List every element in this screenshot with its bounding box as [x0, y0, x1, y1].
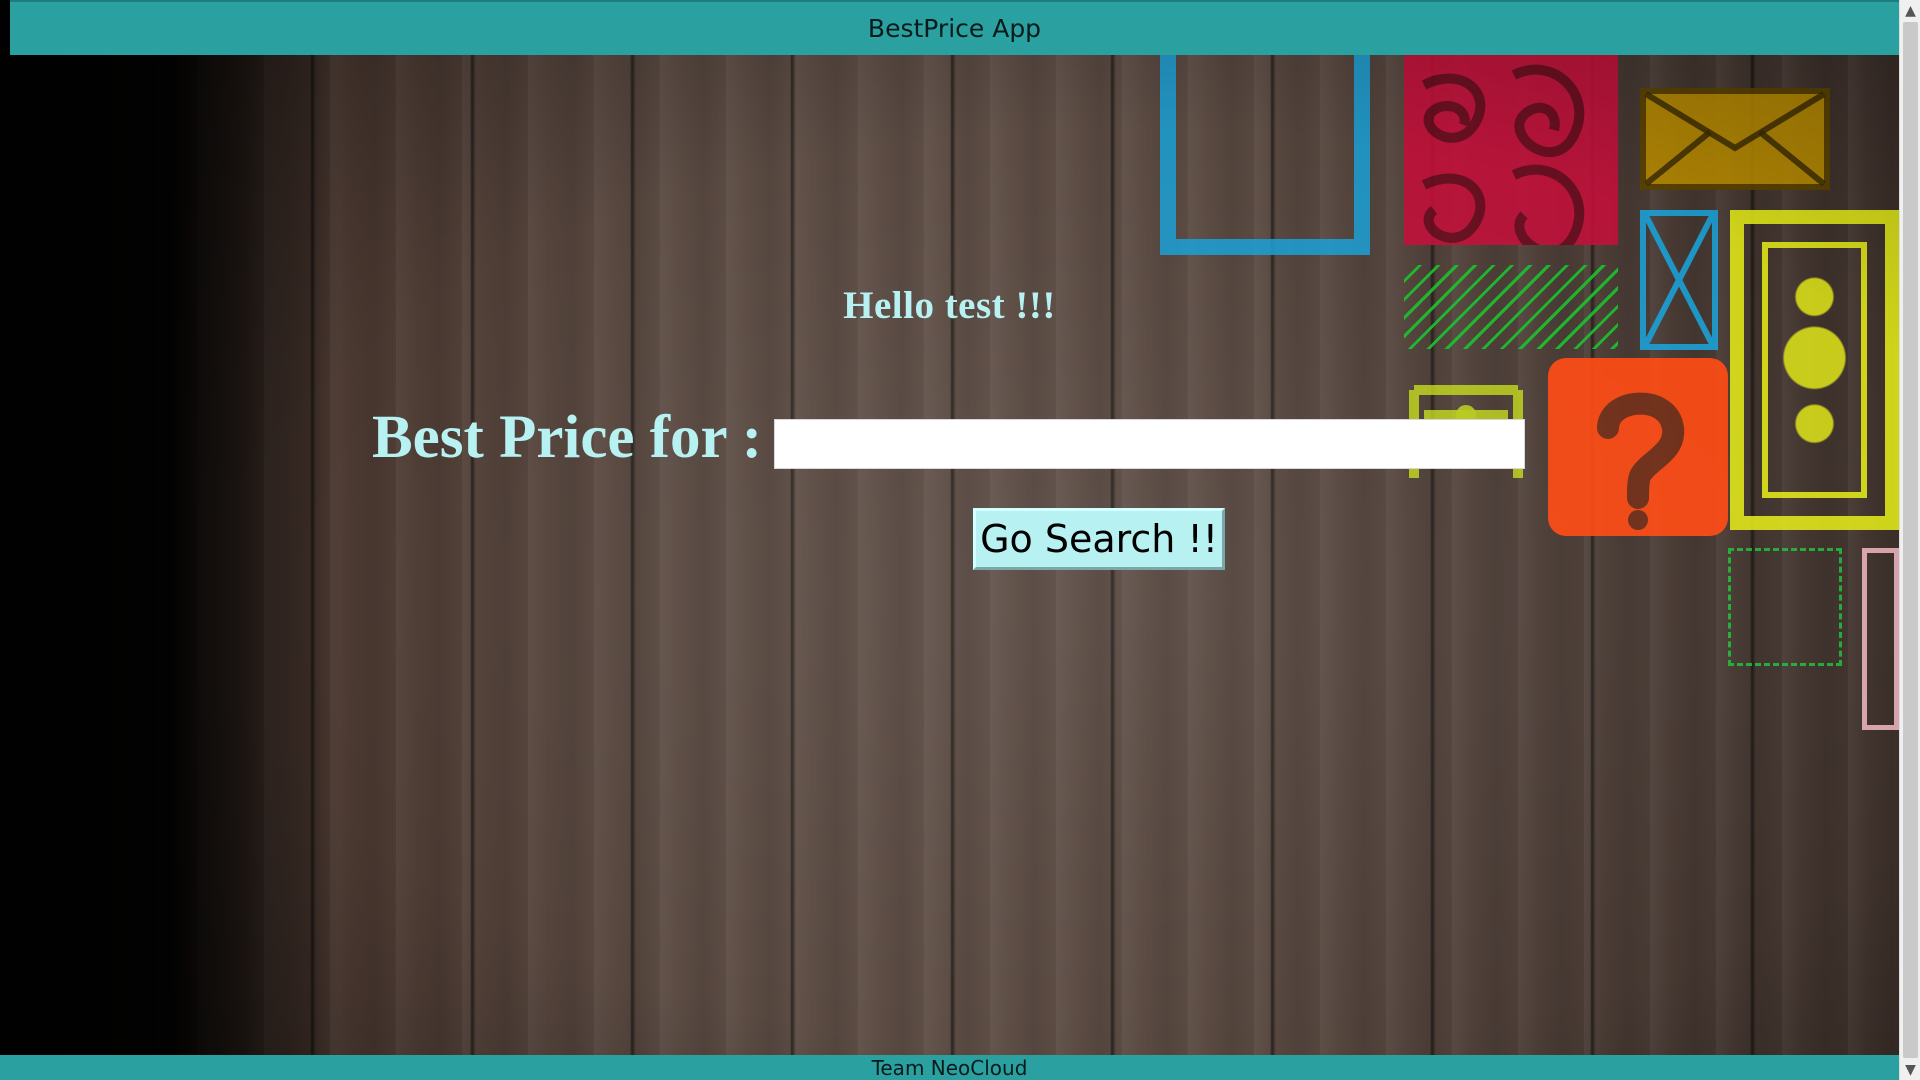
go-search-button[interactable]: Go Search !! — [973, 508, 1225, 570]
app-footer: Team NeoCloud — [0, 1055, 1899, 1080]
scroll-up-arrow-icon[interactable]: ▲ — [1900, 0, 1920, 21]
decorative-blue-x-box — [1640, 210, 1718, 350]
footer-text: Team NeoCloud — [871, 1055, 1028, 1080]
decorative-red-pattern — [1404, 55, 1618, 245]
decorative-yellow-ornament-inner — [1762, 242, 1867, 498]
greeting-text: Hello test !!! — [843, 284, 1056, 327]
decorative-pink-box — [1862, 548, 1899, 730]
scroll-down-arrow-icon[interactable]: ▼ — [1900, 1059, 1920, 1080]
app-title: BestPrice App — [867, 14, 1042, 43]
page: BestPrice App Hello test !!! Best Price … — [0, 0, 1899, 1080]
decorative-orange-question-mark — [1548, 358, 1728, 536]
decorative-yellow-ornament — [1730, 210, 1899, 530]
decorative-green-dashed-box — [1728, 548, 1842, 666]
decorative-yellow-envelope — [1640, 88, 1830, 190]
app-header: BestPrice App — [10, 0, 1899, 55]
search-input[interactable] — [774, 419, 1525, 469]
decorative-blue-frame — [1160, 55, 1370, 255]
search-label: Best Price for : — [372, 404, 763, 471]
scrollbar-thumb[interactable] — [1903, 22, 1918, 1058]
vertical-scrollbar[interactable]: ▲ ▼ — [1899, 0, 1920, 1080]
